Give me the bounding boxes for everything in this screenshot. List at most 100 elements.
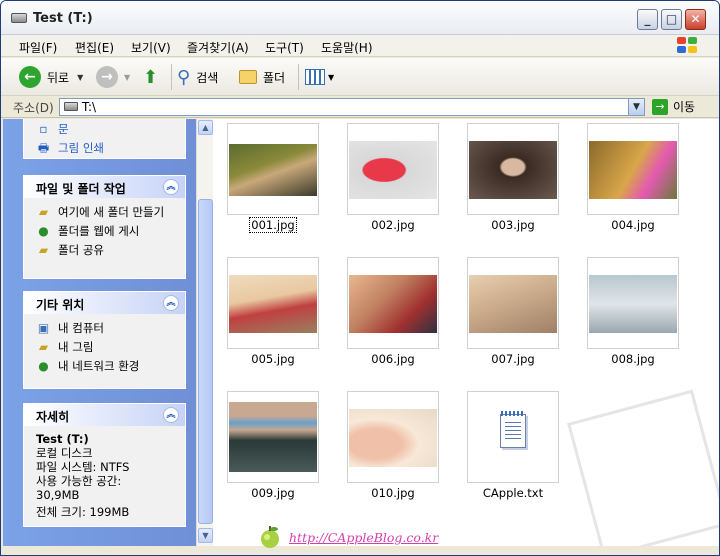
- file-name-003[interactable]: 003.jpg: [467, 218, 559, 232]
- scroll-down-button[interactable]: ▼: [198, 528, 213, 543]
- file-name-002[interactable]: 002.jpg: [347, 218, 439, 232]
- file-name-008[interactable]: 008.jpg: [587, 352, 679, 366]
- place-link-my-pictures[interactable]: ▰ 내 그림: [24, 338, 185, 357]
- file-thumbnail-009[interactable]: [227, 391, 319, 483]
- text-document-icon: [500, 411, 526, 448]
- address-label: 주소(D): [13, 101, 54, 115]
- file-thumbnail-003[interactable]: [467, 123, 559, 215]
- file-name-004[interactable]: 004.jpg: [587, 218, 679, 232]
- file-name-006[interactable]: 006.jpg: [347, 352, 439, 366]
- free-space-value: 30,9MB: [36, 488, 80, 502]
- file-system: 파일 시스템: NTFS: [36, 460, 130, 474]
- menu-file[interactable]: 파일(F): [19, 39, 57, 56]
- address-value: T:\: [82, 100, 97, 114]
- place-link-network[interactable]: ● 내 네트워크 환경: [24, 357, 185, 376]
- search-label: 검색: [196, 70, 219, 85]
- task-link-print[interactable]: 🖶 그림 인쇄: [24, 139, 185, 158]
- other-places-box: 기타 위치 ︽ ▣ 내 컴퓨터 ▰ 내 그림 ● 내 네트워크 환경: [23, 291, 186, 389]
- file-thumbnail-004[interactable]: [587, 123, 679, 215]
- views-button[interactable]: ▼: [305, 64, 334, 90]
- file-name-capple-txt[interactable]: CApple.txt: [467, 486, 559, 500]
- folders-label: 폴더: [263, 70, 286, 85]
- address-dropdown-button[interactable]: ▼: [628, 99, 644, 115]
- menu-tools[interactable]: 도구(T): [265, 39, 304, 56]
- file-thumbnail-008[interactable]: [587, 257, 679, 349]
- menu-edit[interactable]: 편집(E): [75, 39, 114, 56]
- file-name-007[interactable]: 007.jpg: [467, 352, 559, 366]
- collapse-icon[interactable]: ︽: [163, 179, 179, 195]
- chevron-down-icon: ▼: [77, 72, 84, 82]
- file-thumbnail-006[interactable]: [347, 257, 439, 349]
- collapse-icon[interactable]: ︽: [163, 295, 179, 311]
- maximize-button[interactable]: □: [661, 9, 682, 30]
- task-link-share-folder[interactable]: ▰ 폴더 공유: [24, 241, 185, 260]
- back-arrow-icon: ←: [19, 66, 41, 88]
- picture-tasks-box: ▫ 문 🖶 그림 인쇄: [23, 119, 186, 159]
- file-name-010[interactable]: 010.jpg: [347, 486, 439, 500]
- back-button[interactable]: ← 뒤로 ▼: [19, 64, 83, 90]
- task-link-publish-web[interactable]: ● 폴더를 웹에 게시: [24, 222, 185, 241]
- file-name-009[interactable]: 009.jpg: [227, 486, 319, 500]
- explorer-window: Test (T:) _ □ ✕ 파일(F) 편집(E) 보기(V) 즐겨찾기(A…: [0, 0, 720, 556]
- windows-logo-icon: [677, 37, 699, 55]
- collapse-icon[interactable]: ︽: [163, 407, 179, 423]
- details-content: Test (T:) 로컬 디스크 파일 시스템: NTFS 사용 가능한 공간:…: [24, 426, 185, 525]
- total-size: 전체 크기: 199MB: [36, 505, 130, 519]
- address-input[interactable]: T:\ ▼: [59, 98, 645, 116]
- minimize-button[interactable]: _: [637, 9, 658, 30]
- task-link[interactable]: ▫ 문: [24, 120, 185, 139]
- computer-icon: ▣: [37, 321, 50, 335]
- drive-type: 로컬 디스크: [36, 446, 93, 460]
- task-pane-scrollbar[interactable]: ▲ ▼: [196, 119, 213, 546]
- menu-bar: 파일(F) 편집(E) 보기(V) 즐겨찾기(A) 도구(T) 도움말(H): [1, 35, 719, 57]
- scroll-thumb[interactable]: [198, 199, 213, 524]
- file-tasks-header[interactable]: 파일 및 폴더 작업 ︽: [24, 176, 185, 198]
- document-icon: ▫: [39, 122, 48, 136]
- other-places-header[interactable]: 기타 위치 ︽: [24, 292, 185, 314]
- menu-favorites[interactable]: 즐겨찾기(A): [187, 39, 249, 56]
- task-link-new-folder[interactable]: ▰ 여기에 새 폴더 만들기: [24, 203, 185, 222]
- file-thumbnail-007[interactable]: [467, 257, 559, 349]
- go-label: 이동: [673, 100, 696, 114]
- file-folder-tasks-box: 파일 및 폴더 작업 ︽ ▰ 여기에 새 폴더 만들기 ● 폴더를 웹에 게시 ▰ 폴…: [23, 175, 186, 279]
- search-icon: ⚲: [177, 66, 191, 88]
- go-arrow-icon: →: [652, 98, 668, 115]
- place-link-my-computer[interactable]: ▣ 내 컴퓨터: [24, 319, 185, 338]
- chevron-down-icon: ▼: [124, 72, 131, 82]
- drive-icon: [64, 102, 78, 111]
- window-title: Test (T:): [33, 11, 93, 26]
- folders-button[interactable]: 폴더: [239, 64, 285, 90]
- search-button[interactable]: ⚲ 검색: [177, 64, 218, 90]
- file-name-001[interactable]: 001.jpg: [227, 217, 319, 233]
- file-thumbnail-001[interactable]: [227, 123, 319, 215]
- file-thumbnail-002[interactable]: [347, 123, 439, 215]
- standard-toolbar: ← 뒤로 ▼ → ▼ ⬆ ⚲ 검색 폴더 ▼: [1, 58, 719, 96]
- details-header[interactable]: 자세히 ︽: [24, 404, 185, 426]
- views-icon: [305, 69, 325, 85]
- go-button[interactable]: → 이동: [652, 98, 695, 115]
- watermark-logo-icon: [567, 389, 719, 546]
- file-name-005[interactable]: 005.jpg: [227, 352, 319, 366]
- blog-credit-link[interactable]: http://CAppleBlog.co.kr: [289, 530, 438, 545]
- scroll-up-button[interactable]: ▲: [198, 120, 213, 135]
- new-folder-icon: ▰: [38, 205, 49, 219]
- title-bar[interactable]: Test (T:) _ □ ✕: [1, 1, 719, 35]
- up-folder-button[interactable]: ⬆: [143, 64, 158, 90]
- pictures-folder-icon: ▰: [38, 340, 49, 354]
- menu-view[interactable]: 보기(V): [131, 39, 171, 56]
- file-thumbnail-capple-txt[interactable]: [467, 391, 559, 483]
- chevron-down-icon: ▼: [328, 72, 335, 82]
- file-thumbnail-010[interactable]: [347, 391, 439, 483]
- globe-icon: ●: [38, 224, 49, 238]
- file-view: 001.jpg 002.jpg 003.jpg 004.jpg 005.jpg …: [213, 119, 719, 546]
- details-box: 자세히 ︽ Test (T:) 로컬 디스크 파일 시스템: NTFS 사용 가…: [23, 403, 186, 527]
- menu-help[interactable]: 도움말(H): [321, 39, 373, 56]
- forward-button[interactable]: → ▼: [96, 64, 130, 90]
- task-pane: ▫ 문 🖶 그림 인쇄 파일 및 폴더 작업 ︽ ▰ 여기에 새 폴더 만들기 ● 폴더…: [3, 119, 196, 546]
- network-icon: ●: [38, 359, 49, 373]
- drive-icon: [11, 13, 27, 23]
- file-thumbnail-005[interactable]: [227, 257, 319, 349]
- drive-name: Test (T:): [36, 432, 89, 446]
- close-button[interactable]: ✕: [685, 9, 706, 30]
- printer-icon: 🖶: [37, 141, 50, 155]
